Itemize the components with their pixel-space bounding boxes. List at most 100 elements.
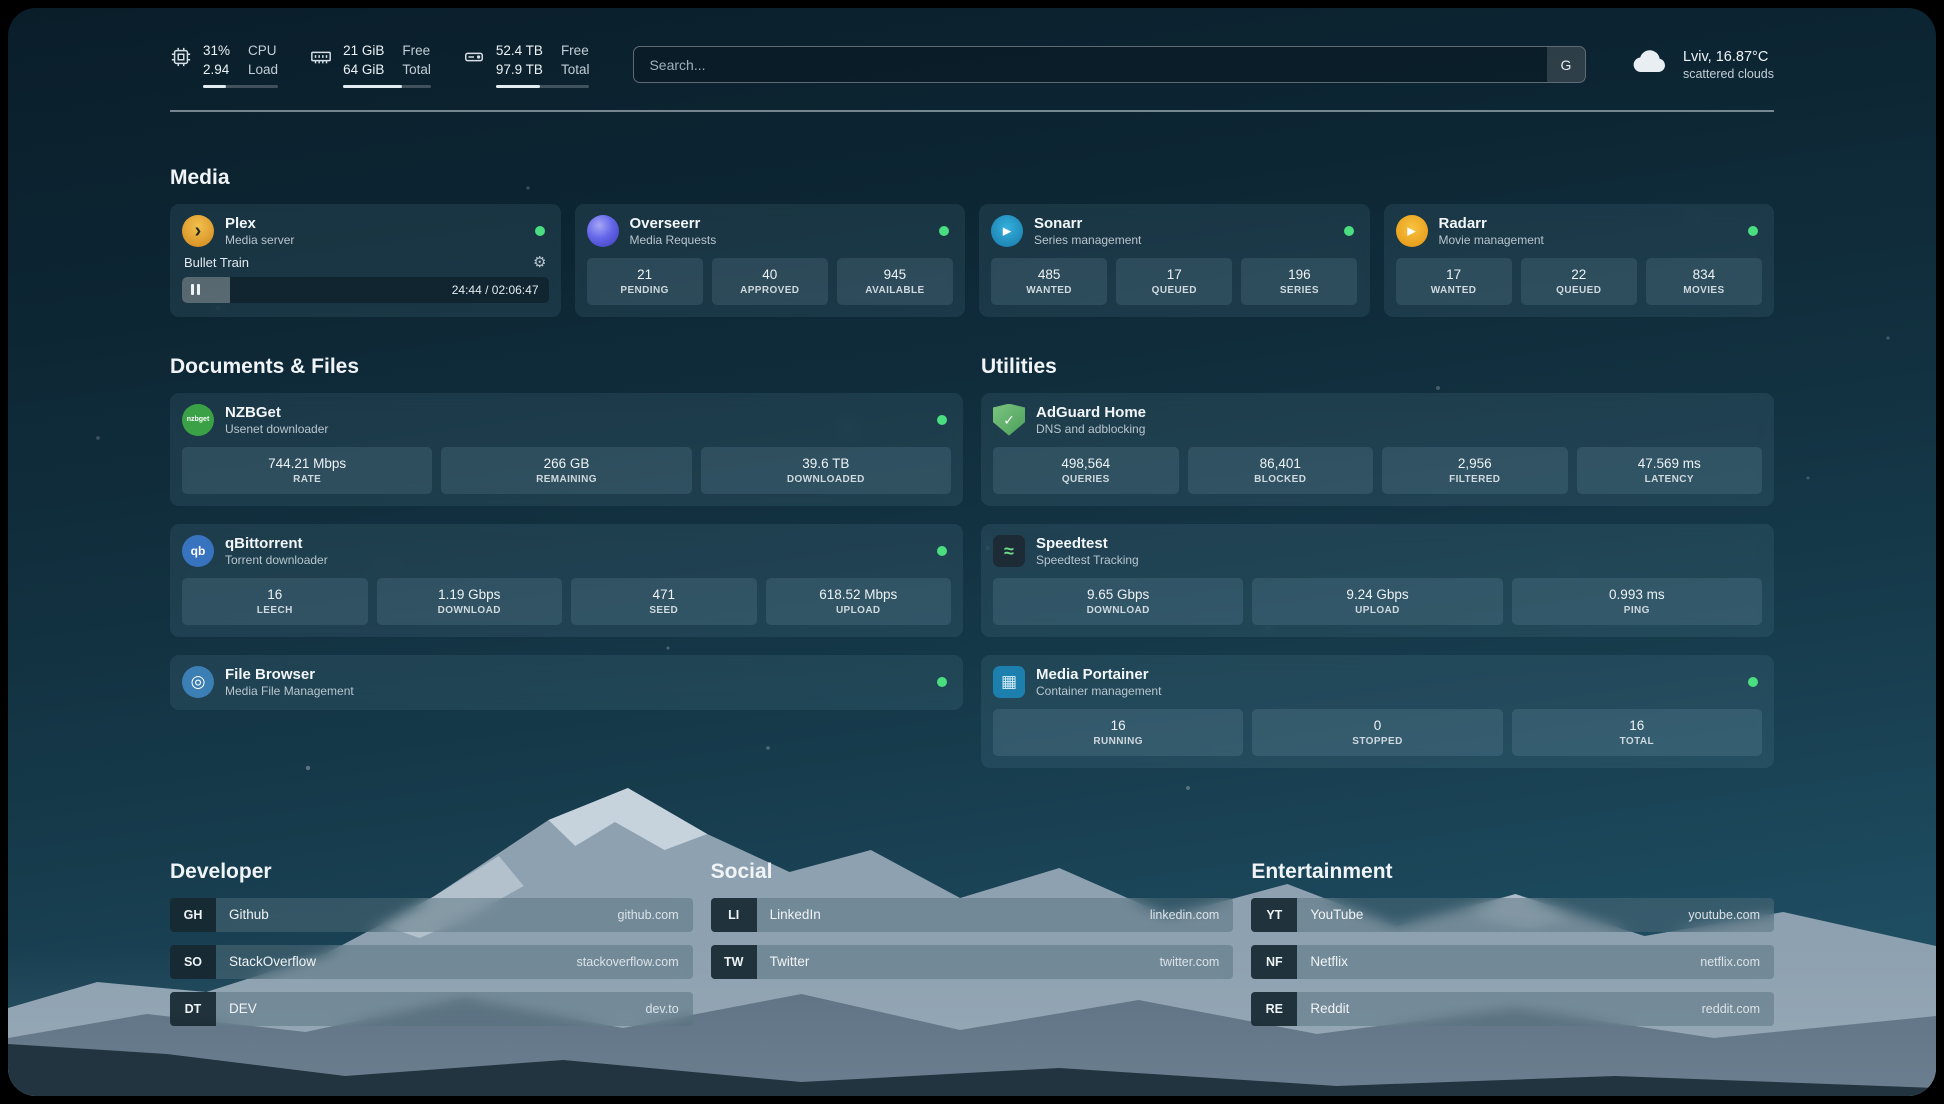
bookmark-name: StackOverflow [216,945,316,979]
service-subtitle: Speedtest Tracking [1036,553,1139,567]
bookmark-abbr: SO [170,945,216,979]
search-input[interactable] [633,46,1586,83]
stat-value: 16 [1629,718,1644,733]
card-qbittorrent[interactable]: qbqBittorrentTorrent downloader16LEECH1.… [170,524,963,637]
bookmark-youtube[interactable]: YTYouTubeyoutube.com [1251,898,1774,932]
qbittorrent-icon: qb [182,535,214,567]
card-portainer[interactable]: ▦Media PortainerContainer management16RU… [981,655,1774,768]
bookmark-group-social: SocialLILinkedInlinkedin.comTWTwittertwi… [711,860,1234,1039]
status-indicator [1344,226,1354,236]
stat-value: 9.65 Gbps [1087,587,1149,602]
bookmark-netflix[interactable]: NFNetflixnetflix.com [1251,945,1774,979]
stat-wanted: 17WANTED [1396,258,1512,305]
stat-label: TOTAL [1620,736,1654,747]
card-sonarr[interactable]: ▸SonarrSeries management485WANTED17QUEUE… [979,204,1370,317]
card-adguard[interactable]: ✓ AdGuard HomeDNS and adblocking 498,564QU… [981,393,1774,506]
card-header: ▦Media PortainerContainer management [993,666,1762,698]
cpu-load-label: Load [248,61,278,79]
bookmark-url: dev.to [646,992,693,1026]
stat-row: 498,564QUERIES86,401BLOCKED2,956FILTERED… [993,447,1762,494]
bookmark-linkedin[interactable]: LILinkedInlinkedin.com [711,898,1234,932]
stat-label: STOPPED [1352,736,1402,747]
card-header: ◎File BrowserMedia File Management [182,666,951,698]
stat-blocked: 86,401BLOCKED [1188,447,1374,494]
utilities-card-list: ✓ AdGuard HomeDNS and adblocking 498,564QU… [981,393,1774,768]
service-title: AdGuard Home [1036,404,1146,421]
bookmark-stackoverflow[interactable]: SOStackOverflowstackoverflow.com [170,945,693,979]
memory-usage-bar [343,85,431,88]
stat-label: QUEUED [1556,285,1601,296]
portainer-icon: ▦ [993,666,1025,698]
stat-value: 21 [637,267,652,282]
bookmark-github[interactable]: GHGithubgithub.com [170,898,693,932]
stat-stopped: 0 STOPPED [1252,709,1502,756]
bookmark-reddit[interactable]: RERedditreddit.com [1251,992,1774,1026]
service-title: Plex [225,215,294,232]
stat-filtered: 2,956FILTERED [1382,447,1568,494]
stat-label: REMAINING [536,474,597,485]
card-radarr[interactable]: ▸RadarrMovie management17WANTED22QUEUED8… [1384,204,1775,317]
card-header: qbqBittorrentTorrent downloader [182,535,951,567]
plex-now-playing: Bullet Train⚙24:44 / 02:06:47 [182,255,549,303]
memory-free-label: Free [402,42,431,60]
bookmark-group-entertainment: EntertainmentYTYouTubeyoutube.comNFNetfl… [1251,860,1774,1039]
disk-free-label: Free [561,42,590,60]
stat-label: QUEUED [1152,285,1197,296]
service-subtitle: Media Requests [630,233,717,247]
stat-remaining: 266 GB REMAINING [441,447,691,494]
stat-ping: 0.993 msPING [1512,578,1762,625]
status-indicator [939,226,949,236]
memory-widget: 21 GiB Free 64 GiB Total [310,42,431,88]
pause-icon[interactable] [191,284,200,295]
service-title: NZBGet [225,404,328,421]
stat-value: 498,564 [1061,456,1110,471]
adguard-icon: ✓ [993,404,1025,436]
weather-text: Lviv, 16.87°C scattered clouds [1683,49,1774,81]
filebrowser-icon: ◎ [182,666,214,698]
stat-value: 266 GB [544,456,590,471]
stat-label: UPLOAD [1355,605,1400,616]
section-title-utilities: Utilities [981,355,1774,379]
card-nzbget[interactable]: nzbgetNZBGetUsenet downloader744.21 Mbps… [170,393,963,506]
weather-widget[interactable]: Lviv, 16.87°C scattered clouds [1630,42,1774,87]
stat-value: 47.569 ms [1638,456,1701,471]
radarr-icon: ▸ [1396,215,1428,247]
settings-icon[interactable]: ⚙ [533,255,546,270]
search-provider-button[interactable]: G [1547,47,1585,82]
card-filebrowser[interactable]: ◎File BrowserMedia File Management [170,655,963,710]
stat-value: 86,401 [1260,456,1301,471]
card-speedtest[interactable]: ≈SpeedtestSpeedtest Tracking9.65 GbpsDOW… [981,524,1774,637]
card-header: OverseerrMedia Requests [587,215,954,247]
service-title: Sonarr [1034,215,1141,232]
card-overseerr[interactable]: OverseerrMedia Requests 21 PENDING 40APPROV… [575,204,966,317]
stat-latency: 47.569 msLATENCY [1577,447,1763,494]
stat-label: WANTED [1026,285,1072,296]
bookmark-dev[interactable]: DTDEVdev.to [170,992,693,1026]
dashboard-frame: 31% CPU 2.94 Load 21 [8,8,1936,1096]
stat-label: PENDING [620,285,668,296]
card-header: ≈SpeedtestSpeedtest Tracking [993,535,1762,567]
stat-series: 196SERIES [1241,258,1357,305]
stat-label: PING [1624,605,1650,616]
bookmark-twitter[interactable]: TWTwittertwitter.com [711,945,1234,979]
stat-value: 22 [1571,267,1586,282]
stat-value: 0 [1374,718,1382,733]
stat-available: 945AVAILABLE [837,258,953,305]
service-title: Speedtest [1036,535,1139,552]
plex-icon: › [182,215,214,247]
playback-progress-bar[interactable]: 24:44 / 02:06:47 [182,277,549,303]
cpu-usage-bar [203,85,278,88]
stat-approved: 40APPROVED [712,258,828,305]
stat-total: 16 TOTAL [1512,709,1762,756]
bookmark-abbr: TW [711,945,757,979]
stat-download: 1.19 GbpsDOWNLOAD [377,578,563,625]
card-plex[interactable]: ›PlexMedia serverBullet Train⚙24:44 / 02… [170,204,561,317]
service-subtitle: DNS and adblocking [1036,422,1146,436]
bookmark-groups: DeveloperGHGithubgithub.comSOStackOverfl… [170,860,1774,1039]
stat-value: 39.6 TB [802,456,849,471]
bookmark-url: reddit.com [1702,992,1774,1026]
stat-row: 21 PENDING 40APPROVED945AVAILABLE [587,258,954,305]
stat-value: 744.21 Mbps [268,456,346,471]
cpu-icon [170,46,192,68]
stat-row: 485WANTED17QUEUED196SERIES [991,258,1358,305]
